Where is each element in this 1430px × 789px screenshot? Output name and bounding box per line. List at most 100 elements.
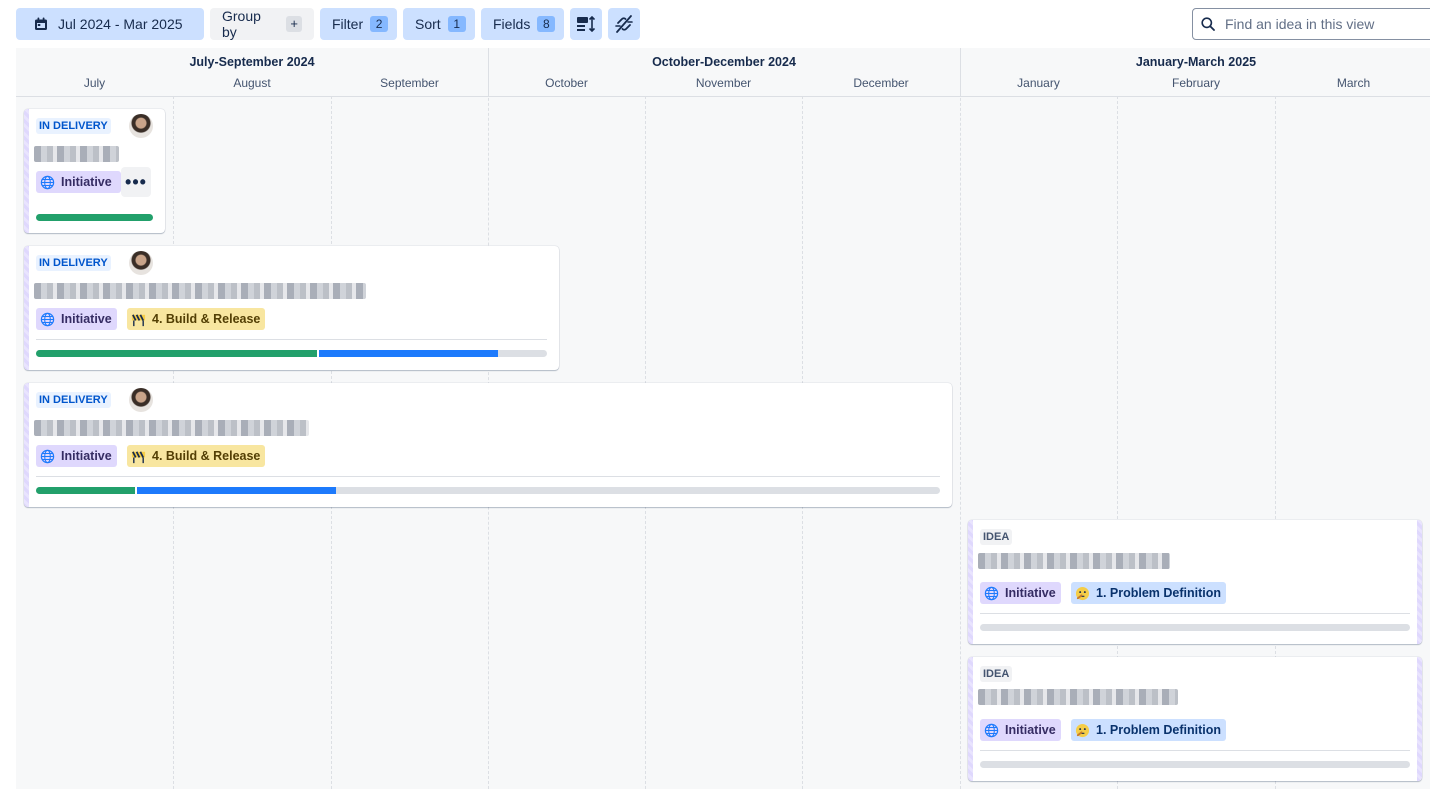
construction-icon: [131, 450, 146, 463]
filter-count-badge: 2: [370, 16, 389, 32]
timeline-header: July-September 2024 October-December 202…: [16, 48, 1430, 97]
card-divider: [36, 476, 940, 477]
month-label: February: [1171, 76, 1221, 90]
month-label: January: [1017, 76, 1060, 90]
globe-icon: [984, 723, 999, 737]
card-edge: [1417, 520, 1422, 644]
card-edge: [968, 520, 973, 644]
card-divider: [980, 613, 1410, 614]
date-range-label: Jul 2024 - Mar 2025: [58, 16, 183, 32]
month-label: September: [380, 76, 439, 90]
month-label: December: [853, 76, 909, 90]
toolbar: Jul 2024 - Mar 2025 Group by + Filter 2 …: [0, 0, 1430, 48]
card-edge: [1417, 657, 1422, 781]
fields-label: Fields: [493, 16, 531, 32]
initiative-tag: Initiative: [980, 719, 1061, 741]
status-badge: IDEA: [980, 529, 1013, 545]
redacted-title: [978, 553, 1170, 569]
globe-icon: [40, 312, 55, 326]
quarter-label: July-September 2024: [189, 55, 315, 69]
progress-in-progress: [135, 487, 337, 494]
redacted-title: [978, 689, 1178, 705]
globe-icon: [984, 586, 999, 600]
construction-icon: [131, 313, 146, 326]
filter-button[interactable]: Filter 2: [320, 8, 397, 40]
status-badge: IN DELIVERY: [36, 118, 111, 134]
thinking-face-icon: [1075, 586, 1090, 600]
status-badge: IDEA: [980, 666, 1013, 682]
redacted-title: [34, 283, 366, 299]
month-label: November: [695, 76, 752, 90]
add-icon: +: [286, 16, 302, 32]
fields-button[interactable]: Fields 8: [481, 8, 564, 40]
search-input[interactable]: [1223, 15, 1427, 33]
idea-card[interactable]: IN DELIVERY Initiative 4. Build & Releas…: [24, 246, 559, 370]
idea-card[interactable]: IN DELIVERY Initiative •••: [24, 109, 165, 233]
row-height-icon: [577, 16, 595, 32]
tag-label: Initiative: [1005, 723, 1056, 737]
initiative-tag: Initiative: [36, 171, 121, 193]
stage-tag: 1. Problem Definition: [1071, 719, 1227, 741]
redacted-title: [34, 146, 119, 162]
timeline-grid: July-September 2024 October-December 202…: [16, 48, 1430, 789]
stage-tag: 4. Build & Release: [127, 308, 266, 330]
quarter-label: October-December 2024: [652, 55, 796, 69]
progress-done: [36, 350, 318, 357]
idea-card[interactable]: IN DELIVERY Initiative 4. Build & Releas…: [24, 383, 952, 507]
progress-bar: [980, 624, 1410, 631]
date-range-button[interactable]: Jul 2024 - Mar 2025: [16, 8, 204, 40]
avatar[interactable]: [129, 251, 153, 275]
tag-label: Initiative: [1005, 586, 1056, 600]
more-actions-button[interactable]: •••: [121, 167, 151, 197]
card-divider: [36, 339, 547, 340]
search-box[interactable]: [1192, 8, 1430, 40]
progress-done: [36, 487, 136, 494]
globe-icon: [40, 449, 55, 463]
fields-count-badge: 8: [537, 16, 556, 32]
month-label: March: [1336, 76, 1371, 90]
calendar-icon: [35, 17, 47, 30]
tag-label: Initiative: [61, 449, 112, 463]
tag-label: 4. Build & Release: [152, 312, 261, 326]
sort-label: Sort: [415, 16, 441, 32]
unlink-icon: [615, 15, 633, 33]
tag-label: Initiative: [61, 175, 112, 189]
progress-bar: [36, 487, 940, 494]
sort-button[interactable]: Sort 1: [403, 8, 475, 40]
quarter-label: January-March 2025: [1135, 55, 1257, 69]
card-edge: [24, 109, 29, 233]
idea-card[interactable]: IDEA Initiative 1. Problem Definition: [968, 657, 1422, 781]
row-height-button[interactable]: [570, 8, 602, 40]
card-edge: [968, 657, 973, 781]
tag-label: 1. Problem Definition: [1096, 723, 1222, 737]
tag-label: Initiative: [61, 312, 112, 326]
avatar[interactable]: [129, 388, 153, 412]
initiative-tag: Initiative: [36, 445, 117, 467]
progress-in-progress: [317, 350, 498, 357]
month-label: July: [83, 76, 106, 90]
month-label: August: [233, 76, 271, 90]
avatar[interactable]: [129, 114, 153, 138]
stage-tag: 1. Problem Definition: [1071, 582, 1227, 604]
card-divider: [980, 750, 1410, 751]
redacted-title: [34, 420, 309, 436]
search-icon: [1201, 17, 1215, 31]
idea-card[interactable]: IDEA Initiative 1. Problem Definition: [968, 520, 1422, 644]
status-badge: IN DELIVERY: [36, 392, 111, 408]
sort-count-badge: 1: [447, 16, 466, 32]
status-badge: IN DELIVERY: [36, 255, 111, 271]
progress-bar: [36, 214, 153, 221]
progress-done: [36, 214, 153, 221]
globe-icon: [40, 175, 55, 189]
progress-bar: [980, 761, 1410, 768]
initiative-tag: Initiative: [36, 308, 117, 330]
toggle-dependencies-button[interactable]: [608, 8, 640, 40]
card-edge: [24, 383, 29, 507]
group-by-button[interactable]: Group by +: [210, 8, 314, 40]
stage-tag: 4. Build & Release: [127, 445, 266, 467]
month-divider: [960, 48, 961, 789]
month-label: October: [545, 76, 588, 90]
progress-bar: [36, 350, 547, 357]
group-by-label: Group by: [222, 8, 261, 40]
thinking-face-icon: [1075, 723, 1090, 737]
